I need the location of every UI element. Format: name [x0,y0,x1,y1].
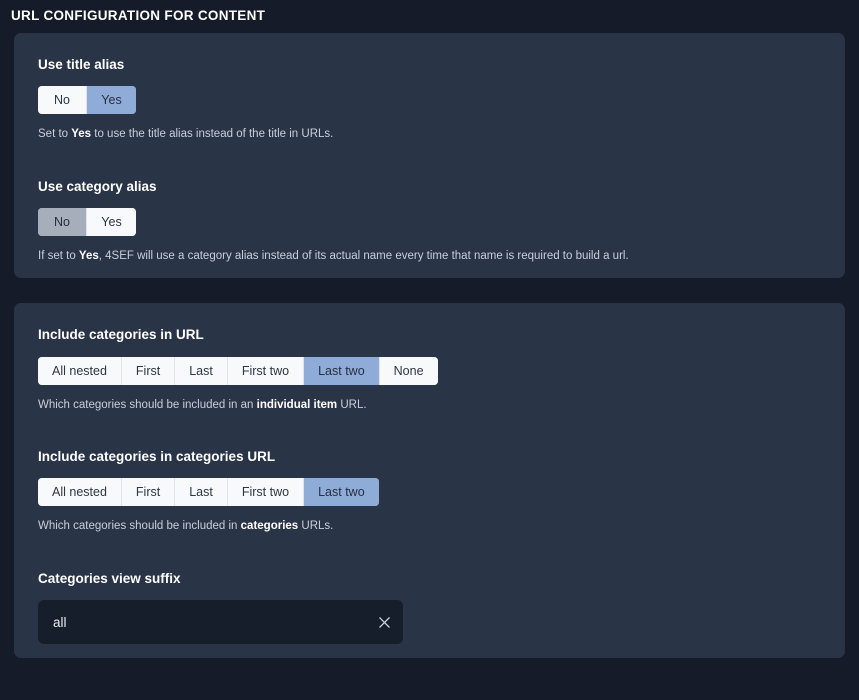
help-suffix: , 4SEF will use a category alias instead… [98,249,629,262]
settings-card: Use title alias No Yes Set to Yes to use th… [14,33,845,279]
option-button-first-two[interactable]: First two [227,356,305,385]
help-emphasis: Yes [78,249,99,262]
help-suffix: to use the title alias instead of the ti… [91,128,334,141]
field-label: Include categories in categories URL [38,449,276,465]
option-button-no[interactable]: No [38,86,87,115]
option-button-yes[interactable]: Yes [87,86,136,115]
option-button-first[interactable]: First [121,356,176,385]
field-label: Use title alias [38,57,125,72]
option-button-last-two[interactable]: Last two [304,356,380,385]
option-button-first[interactable]: First [121,478,176,507]
text-input-wrapper [38,600,403,644]
option-button-no[interactable]: No [38,207,87,236]
setting-field: Use category alias No Yes If set to Yes, 4S… [14,173,845,265]
setting-field: Include categories in categories URL All … [14,443,845,535]
page-title: URL CONFIGURATION FOR CONTENT [11,8,266,23]
field-label: Categories view suffix [38,570,181,586]
option-button-last-two[interactable]: Last two [304,478,379,507]
button-group: No Yes [38,86,136,115]
option-button-last[interactable]: Last [175,356,228,385]
option-button-yes[interactable]: Yes [87,207,136,236]
button-group: All nested First Last First two Last two None [38,356,438,385]
close-icon[interactable] [376,614,392,630]
help-suffix: URLs. [298,520,334,533]
option-button-none[interactable]: None [379,356,438,385]
help-emphasis: categories [240,520,299,533]
help-prefix: Which categories should be included in [38,520,241,533]
help-suffix: URL. [337,398,367,411]
option-button-all-nested[interactable]: All nested [38,478,122,507]
button-group: All nested First Last First two Last two [38,478,379,507]
help-emphasis: individual item [256,398,338,411]
settings-card: Include categories in URL All nested First… [14,303,845,658]
help-prefix: If set to [38,249,79,262]
option-button-last[interactable]: Last [175,478,228,507]
categories-view-suffix-input[interactable] [38,600,403,644]
field-help-text: If set to Yes, 4SEF will use a category … [38,249,821,265]
url-configuration-page: URL CONFIGURATION FOR CONTENT Use title … [0,0,859,700]
field-help-text: Which categories should be included in a… [38,398,821,414]
field-label: Include categories in URL [38,327,204,343]
field-help-text: Which categories should be included in c… [38,519,821,535]
settings-cards-container: Use title alias No Yes Set to Yes to use th… [0,33,859,658]
setting-field: Categories view suffix [14,565,845,644]
help-prefix: Set to [38,128,72,141]
field-label: Use category alias [38,178,157,194]
option-button-first-two[interactable]: First two [227,478,305,507]
setting-field: Include categories in URL All nested First… [14,321,845,413]
field-help-text: Set to Yes to use the title alias instea… [38,127,821,143]
setting-field: Use title alias No Yes Set to Yes to use th… [14,51,845,143]
help-emphasis: Yes [71,128,92,141]
help-prefix: Which categories should be included in a… [38,398,257,411]
option-button-all-nested[interactable]: All nested [38,356,122,385]
button-group: No Yes [38,207,136,236]
